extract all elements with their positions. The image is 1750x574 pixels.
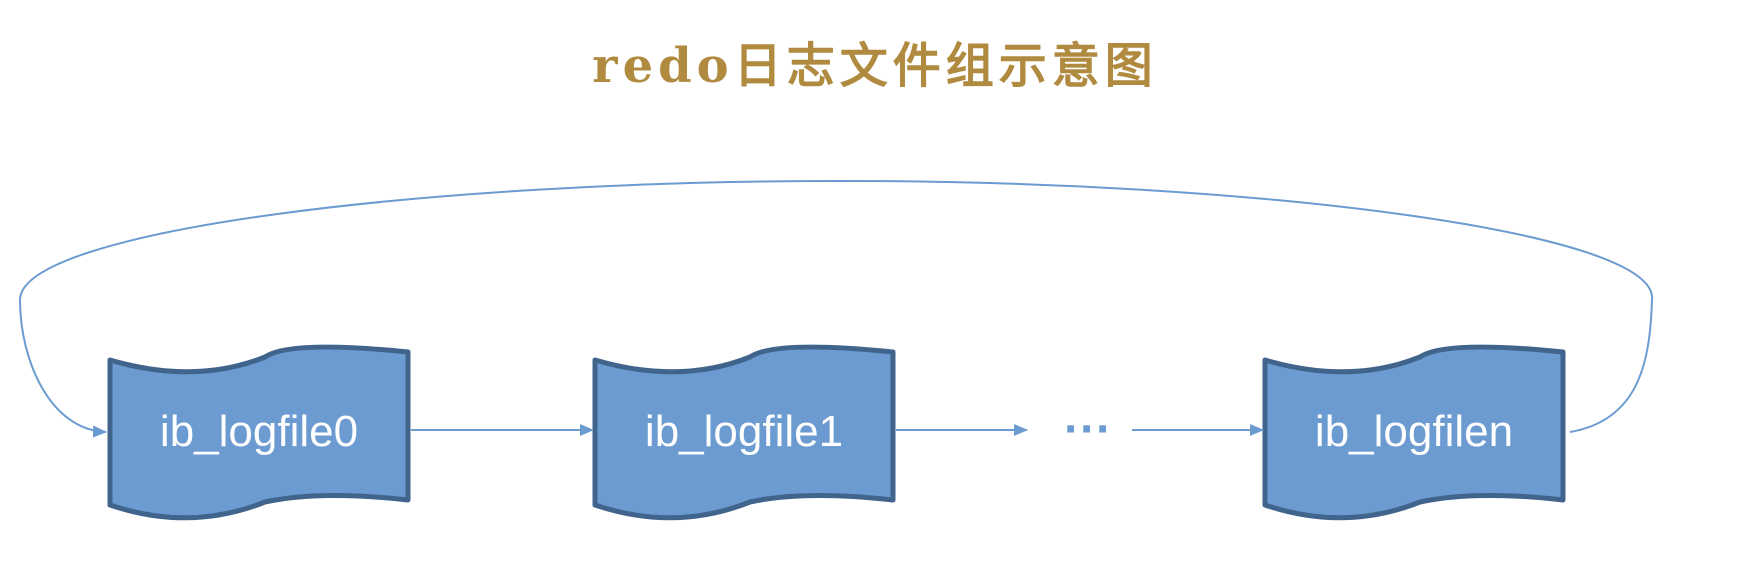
log-file-node-1: ib_logfile1 (592, 344, 896, 521)
log-file-node-0: ib_logfile0 (107, 344, 411, 521)
log-file-node-n: ib_logfilen (1262, 344, 1566, 521)
node-label: ib_logfile0 (160, 407, 358, 456)
redo-log-diagram: ib_logfile0 ib_logfile1 ib_logfilen ··· (18, 179, 1654, 521)
node-label: ib_logfile1 (645, 407, 843, 456)
ellipsis: ··· (1064, 403, 1112, 456)
node-label: ib_logfilen (1315, 407, 1513, 456)
